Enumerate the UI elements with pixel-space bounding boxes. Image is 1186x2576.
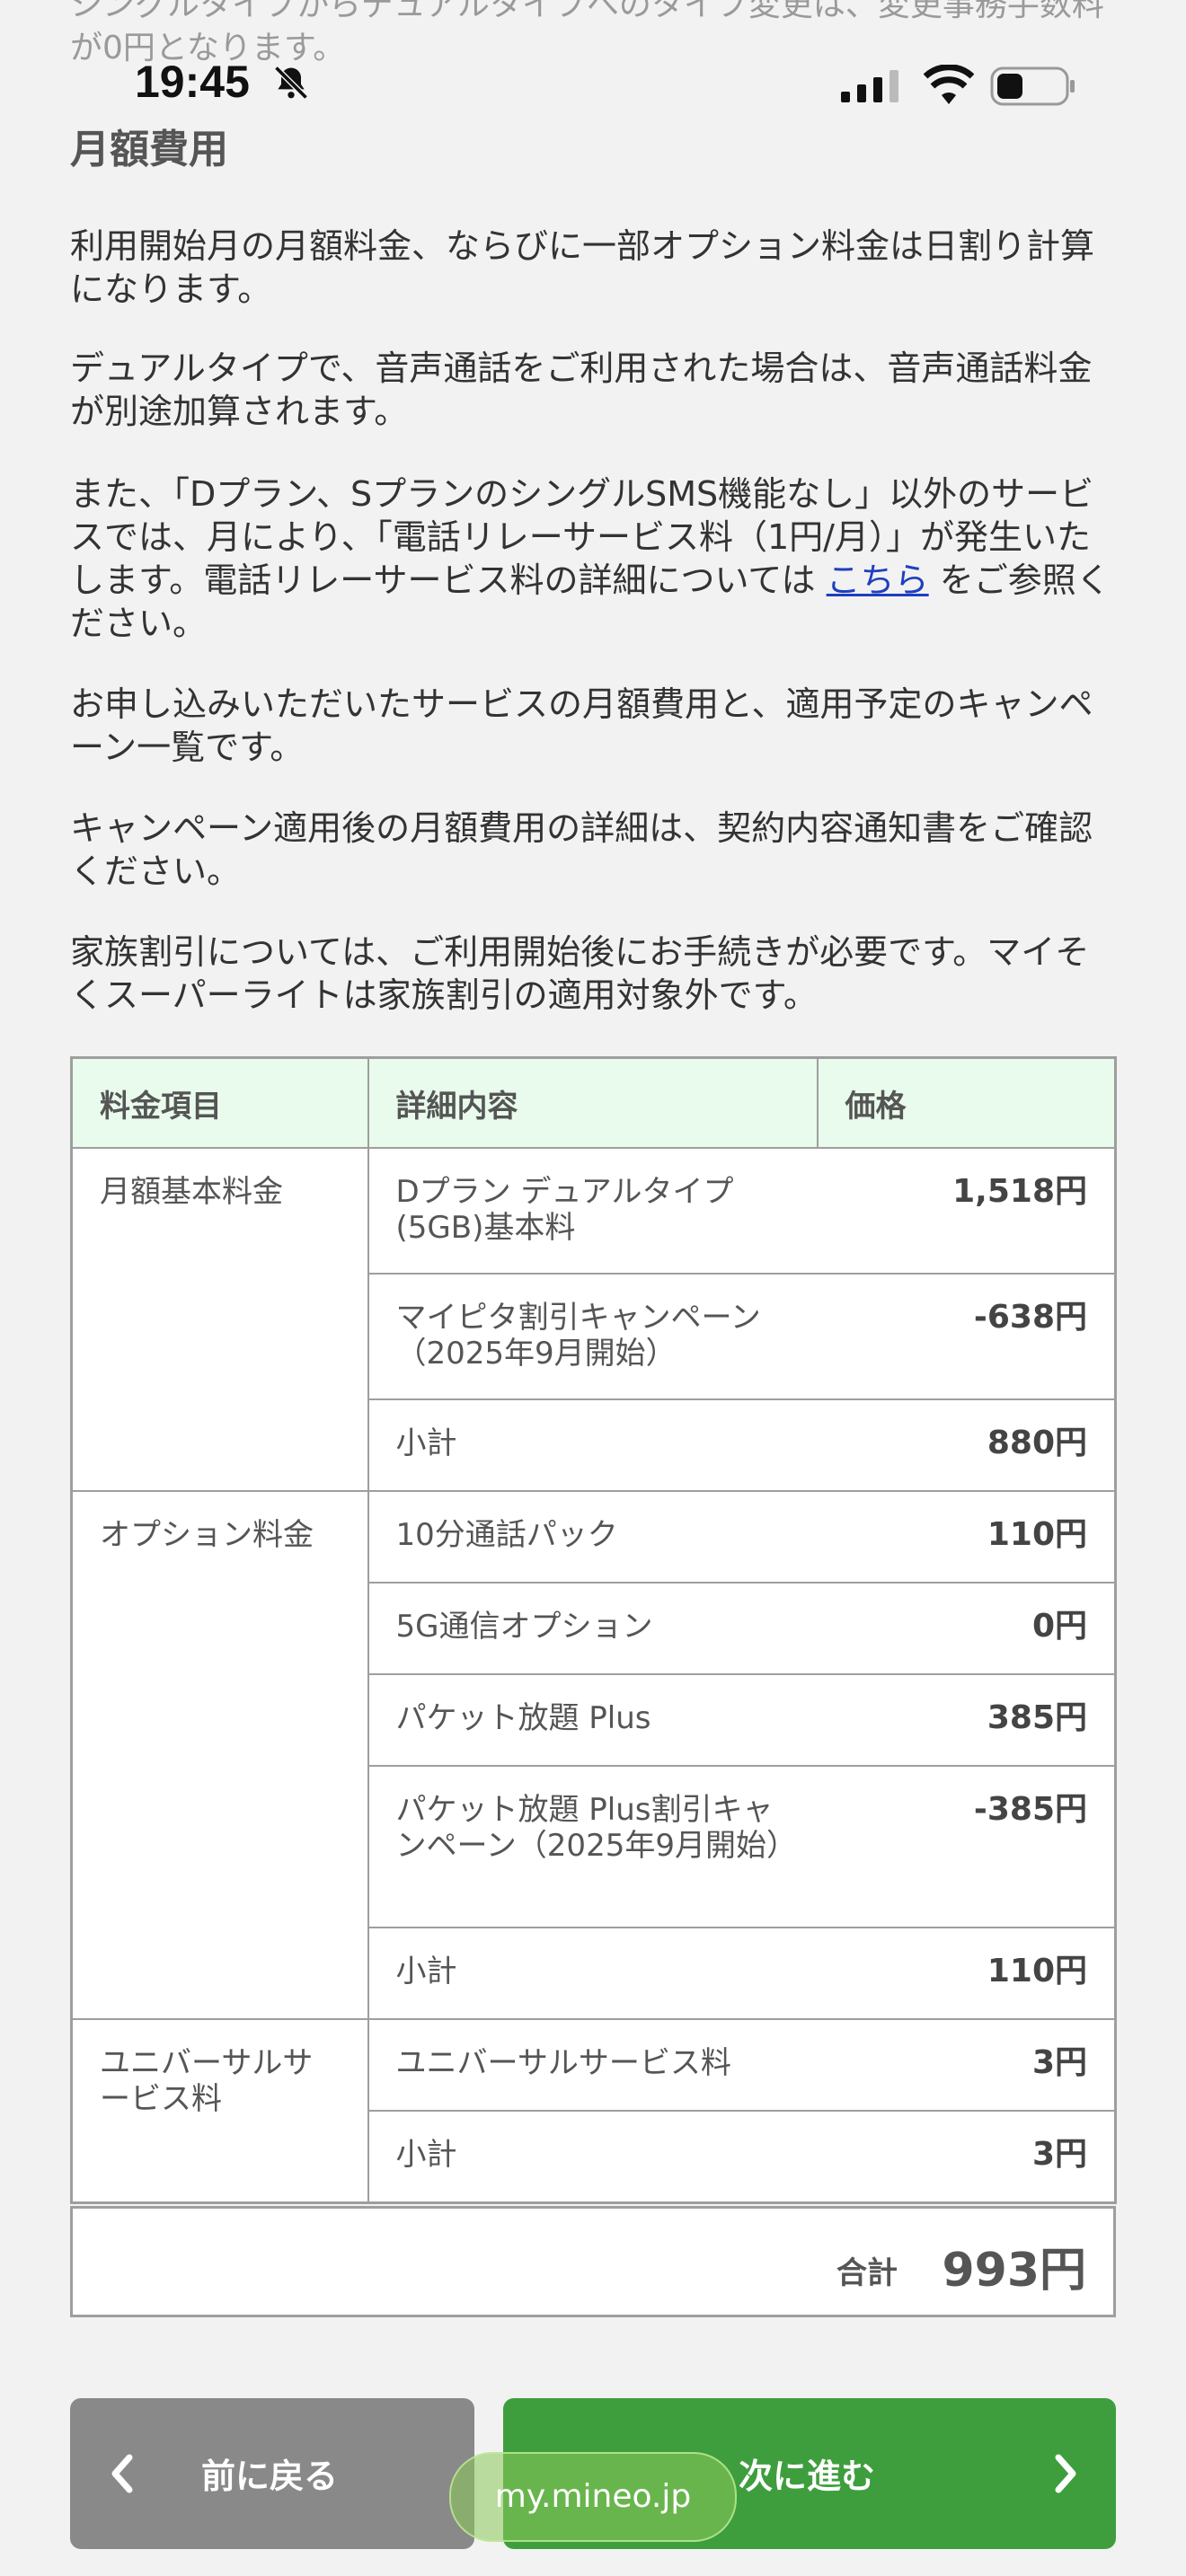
table-row: オプション料金 10分通話パック 110円 xyxy=(70,1490,1117,2020)
status-bar: 19:45 xyxy=(0,54,1186,117)
row-price: -638円 xyxy=(817,1273,1117,1400)
row-price: 880円 xyxy=(817,1398,1117,1492)
header-price: 価格 xyxy=(816,1056,1117,1149)
wifi-icon xyxy=(923,64,975,108)
total-value: 993円 xyxy=(942,2244,1086,2298)
bell-slash-icon xyxy=(271,63,311,106)
group-label-universal: ユニバーサルサービス料 xyxy=(70,2018,369,2203)
group-label-basic: 月額基本料金 xyxy=(70,1147,369,1492)
row-detail: 10分通話パック xyxy=(367,1490,818,1584)
paragraph-relay-service: また、「Dプラン、SプランのシングルSMS機能なし」以外のサービスでは、月により… xyxy=(70,472,1121,645)
row-detail: 小計 xyxy=(367,1927,818,2020)
row-price: 3円 xyxy=(817,2018,1117,2112)
row-detail: ユニバーサルサービス料 xyxy=(367,2018,818,2112)
row-price: -385円 xyxy=(817,1765,1117,1928)
row-detail: パケット放題 Plus割引キャンペーン（2025年9月開始） xyxy=(367,1765,818,1928)
status-time: 19:45 xyxy=(135,57,250,107)
battery-icon xyxy=(990,65,1076,111)
paragraph-summary: お申し込みいただいたサービスの月額費用と、適用予定のキャンペーン一覧です。 xyxy=(70,684,1093,767)
total-row: 合計 993円 xyxy=(70,2206,1116,2317)
row-price: 3円 xyxy=(817,2110,1117,2203)
row-price: 0円 xyxy=(817,1582,1117,1675)
row-detail: Dプラン デュアルタイプ(5GB)基本料 xyxy=(367,1147,818,1275)
paragraph-family-discount: 家族割引については、ご利用開始後にお手続きが必要です。マイそくスーパーライトは家… xyxy=(70,932,1090,1015)
back-button[interactable]: 前に戻る xyxy=(70,2398,474,2549)
next-button-label: 次に進む xyxy=(739,2457,876,2496)
chevron-left-icon xyxy=(108,2454,135,2501)
relay-details-link[interactable]: こちら xyxy=(827,560,929,600)
row-detail: 小計 xyxy=(367,2110,818,2203)
table-header-row: 料金項目 詳細内容 価格 xyxy=(70,1056,1117,1149)
row-detail: パケット放題 Plus xyxy=(367,1673,818,1767)
header-detail: 詳細内容 xyxy=(367,1056,819,1149)
row-price: 385円 xyxy=(817,1673,1117,1767)
back-button-label: 前に戻る xyxy=(201,2457,339,2496)
chevron-right-icon xyxy=(1053,2454,1080,2501)
url-pill[interactable]: my.mineo.jp xyxy=(449,2452,737,2542)
total-label: 合計 xyxy=(836,2255,898,2291)
row-detail: マイピタ割引キャンペーン（2025年9月開始） xyxy=(367,1273,818,1400)
header-item: 料金項目 xyxy=(70,1056,369,1149)
group-label-options: オプション料金 xyxy=(70,1490,369,2020)
table-row: ユニバーサルサービス料 ユニバーサルサービス料 3円 xyxy=(70,2018,1117,2203)
fee-table: 料金項目 詳細内容 価格 月額基本料金 Dプラン デュアルタイプ(5GB)基本料… xyxy=(70,1056,1117,2204)
paragraph-contract-notice: キャンペーン適用後の月額費用の詳細は、契約内容通知書をご確認ください。 xyxy=(70,808,1093,891)
cellular-signal-icon xyxy=(841,70,900,106)
paragraph-daily-rate: 利用開始月の月額料金、ならびに一部オプション料金は日割り計算になります。 xyxy=(70,226,1095,309)
section-title: 月額費用 xyxy=(70,127,228,172)
row-detail: 5G通信オプション xyxy=(367,1582,818,1675)
paragraph-voice-charge: デュアルタイプで、音声通話をご利用された場合は、音声通話料金が別途加算されます。 xyxy=(70,348,1093,431)
row-detail: 小計 xyxy=(367,1398,818,1492)
row-price: 110円 xyxy=(817,1490,1117,1584)
row-price: 1,518円 xyxy=(817,1147,1117,1275)
table-row: 月額基本料金 Dプラン デュアルタイプ(5GB)基本料 1,518円 xyxy=(70,1147,1117,1492)
row-price: 110円 xyxy=(817,1927,1117,2020)
